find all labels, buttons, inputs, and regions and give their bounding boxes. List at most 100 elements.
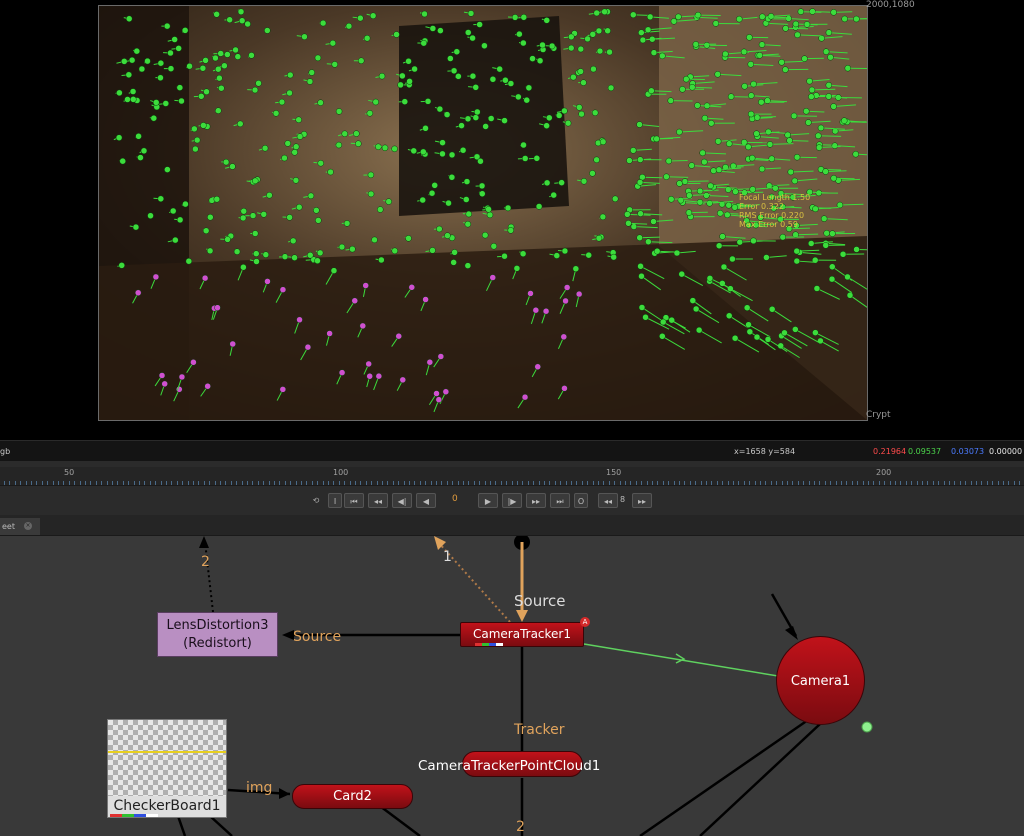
viewer-panel[interactable]: Focal Length 1.50 Error 0.322 RMS Error … [0, 0, 1024, 440]
track-marker [706, 275, 714, 282]
ruler-tick [101, 481, 103, 485]
timeline[interactable]: 50 100 150 200 ⟲ I ⏮ ◂◂ ◀| ◀ 0 ▶ |▶ ▸▸ ⏭… [0, 461, 1024, 515]
ruler-tick [349, 481, 351, 485]
node-graph[interactable]: 2 1 Source Source Tracker img 2 LensDist… [0, 536, 1024, 836]
track-marker [408, 284, 416, 291]
track-marker [439, 139, 446, 146]
track-marker [520, 14, 528, 21]
ruler-tick [776, 481, 778, 485]
viewer-info-bar: gb x=1658 y=584 0.21964 0.09537 0.03073 … [0, 440, 1024, 462]
track-marker [428, 189, 436, 197]
track-marker [527, 290, 534, 297]
ruler-tick [360, 481, 362, 485]
ruler-tick [144, 481, 146, 485]
node-camera-tracker[interactable]: CameraTracker1 A [460, 617, 590, 647]
ruler-tick [646, 481, 648, 485]
track-marker [199, 65, 207, 72]
track-marker [341, 130, 348, 138]
track-marker [476, 21, 483, 28]
arrow-head [785, 626, 798, 640]
tracked-footage: Focal Length 1.50 Error 0.322 RMS Error … [99, 6, 867, 420]
ruler-tick [700, 481, 702, 485]
track-marker [399, 376, 407, 384]
ruler-tick [711, 481, 713, 485]
track-marker [560, 333, 568, 341]
next-keyframe-button[interactable]: ▸▸ [526, 493, 546, 508]
track-marker [419, 196, 426, 204]
track-marker [372, 98, 379, 106]
ruler-tick [436, 481, 437, 485]
track-marker [792, 20, 800, 28]
pixel-a: 0.00000 [989, 447, 1023, 456]
track-marker [176, 216, 184, 224]
node-checkerboard[interactable]: CheckerBoard1 [107, 719, 227, 818]
track-marker [450, 67, 458, 75]
track-marker [264, 27, 271, 34]
track-marker [363, 34, 371, 42]
tab-node-graph[interactable]: eet × [0, 518, 40, 535]
ruler-tick [446, 481, 448, 485]
track-marker [178, 97, 185, 105]
track-marker [308, 69, 316, 76]
track-marker [790, 112, 798, 120]
track-marker [781, 329, 788, 337]
track-marker [715, 166, 723, 174]
svg-text:Error 0.322: Error 0.322 [739, 202, 784, 211]
close-icon[interactable]: × [24, 522, 32, 530]
prev-keyframe-button[interactable]: ◂◂ [368, 493, 388, 508]
track-marker [213, 195, 221, 203]
loop-icon[interactable]: ⟲ [306, 493, 326, 508]
track-marker [550, 191, 557, 199]
track-marker [281, 253, 289, 260]
ruler-tick [689, 481, 691, 485]
green-dot[interactable] [861, 721, 873, 733]
ruler-tick [506, 481, 508, 485]
skip-back-button[interactable]: ◂◂ [598, 493, 618, 508]
track-marker [486, 211, 494, 219]
track-marker [577, 68, 584, 75]
img-label: img [246, 780, 273, 796]
track-marker [765, 128, 772, 136]
track-marker [561, 385, 568, 392]
track-marker [644, 26, 652, 34]
step-increment-field[interactable]: 8 [620, 495, 625, 504]
step-back-button[interactable]: ◀| [392, 493, 412, 508]
frame-ruler[interactable]: 50 100 150 200 [0, 467, 1024, 486]
play-forward-button[interactable]: ▶ [478, 493, 498, 508]
ruler-tick [284, 481, 286, 485]
track-marker [562, 297, 569, 305]
current-frame-field[interactable]: 0 [452, 494, 458, 504]
ruler-tick [79, 481, 81, 485]
node-card[interactable]: Card2 [292, 784, 413, 809]
ruler-tick [673, 481, 675, 485]
track-marker [590, 65, 597, 73]
track-marker [714, 138, 722, 145]
viewer-image[interactable]: Focal Length 1.50 Error 0.322 RMS Error … [98, 5, 868, 421]
track-marker [624, 211, 631, 218]
track-marker [667, 97, 675, 104]
out-point-button[interactable]: O [574, 493, 588, 508]
last-frame-button[interactable]: ⏭ [550, 493, 570, 508]
node-lens-distortion[interactable]: LensDistortion3 (Redistort) [157, 612, 278, 657]
track-marker [599, 213, 607, 221]
channels-label: gb [0, 447, 11, 456]
track-marker [841, 15, 848, 23]
ruler-tick [846, 481, 848, 485]
play-backward-button[interactable]: ◀ [416, 493, 436, 508]
in-point-button[interactable]: I [328, 493, 342, 508]
track-marker [853, 246, 860, 253]
node-camera[interactable]: Camera1 [776, 636, 865, 725]
track-marker [732, 188, 739, 195]
step-forward-button[interactable]: |▶ [502, 493, 522, 508]
track-marker [216, 74, 223, 82]
first-frame-button[interactable]: ⏮ [344, 493, 364, 508]
track-marker [729, 255, 736, 263]
skip-forward-button[interactable]: ▸▸ [632, 493, 652, 508]
track-marker [202, 57, 209, 64]
track-marker [568, 33, 575, 41]
track-marker [692, 41, 700, 48]
track-marker [758, 41, 766, 48]
track-marker [580, 79, 587, 86]
track-marker [125, 15, 133, 22]
track-marker [520, 39, 527, 47]
